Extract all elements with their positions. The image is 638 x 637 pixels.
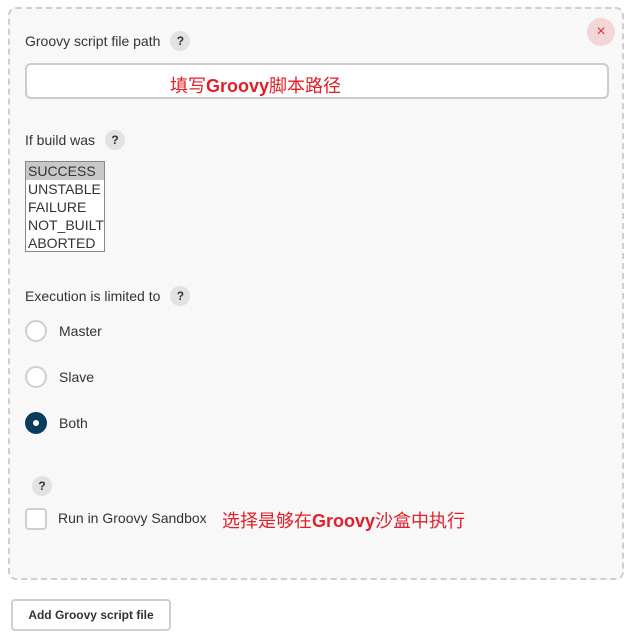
radio-label: Master bbox=[59, 323, 102, 339]
script-path-help-icon[interactable]: ? bbox=[170, 31, 191, 51]
radio-master[interactable]: Master bbox=[25, 320, 102, 342]
radio-label: Slave bbox=[59, 369, 95, 385]
sandbox-help-icon[interactable]: ? bbox=[32, 476, 52, 496]
radio-button[interactable] bbox=[25, 366, 47, 388]
sandbox-checkbox[interactable] bbox=[25, 508, 47, 530]
radio-button[interactable] bbox=[25, 320, 47, 342]
execution-label-row: Execution is limited to ? bbox=[25, 286, 191, 306]
radio-both[interactable]: Both bbox=[25, 412, 88, 434]
radio-button-checked[interactable] bbox=[25, 412, 47, 434]
close-icon[interactable]: × bbox=[587, 18, 615, 46]
build-result-option[interactable]: SUCCESS bbox=[26, 162, 104, 180]
build-result-option[interactable]: UNSTABLE bbox=[26, 180, 104, 198]
sandbox-annotation: 选择是够在Groovy沙盒中执行 bbox=[222, 511, 466, 532]
build-result-label: If build was bbox=[25, 132, 96, 148]
build-result-listbox[interactable]: SUCCESS UNSTABLE FAILURE NOT_BUILT ABORT… bbox=[25, 161, 105, 252]
build-result-help-icon[interactable]: ? bbox=[105, 130, 126, 150]
build-result-label-row: If build was ? bbox=[25, 130, 126, 150]
build-result-option[interactable]: NOT_BUILT bbox=[26, 216, 104, 234]
sandbox-label: Run in Groovy Sandbox bbox=[58, 510, 207, 526]
build-result-option[interactable]: FAILURE bbox=[26, 198, 104, 216]
radio-label: Both bbox=[59, 415, 88, 431]
add-groovy-script-button[interactable]: Add Groovy script file bbox=[11, 599, 171, 631]
script-path-label: Groovy script file path bbox=[25, 33, 161, 49]
script-path-annotation: 填写Groovy脚本路径 bbox=[170, 76, 342, 97]
execution-label: Execution is limited to bbox=[25, 288, 161, 304]
build-result-option[interactable]: ABORTED bbox=[26, 234, 104, 251]
radio-slave[interactable]: Slave bbox=[25, 366, 94, 388]
script-path-label-row: Groovy script file path ? bbox=[25, 31, 191, 51]
execution-help-icon[interactable]: ? bbox=[170, 286, 191, 306]
